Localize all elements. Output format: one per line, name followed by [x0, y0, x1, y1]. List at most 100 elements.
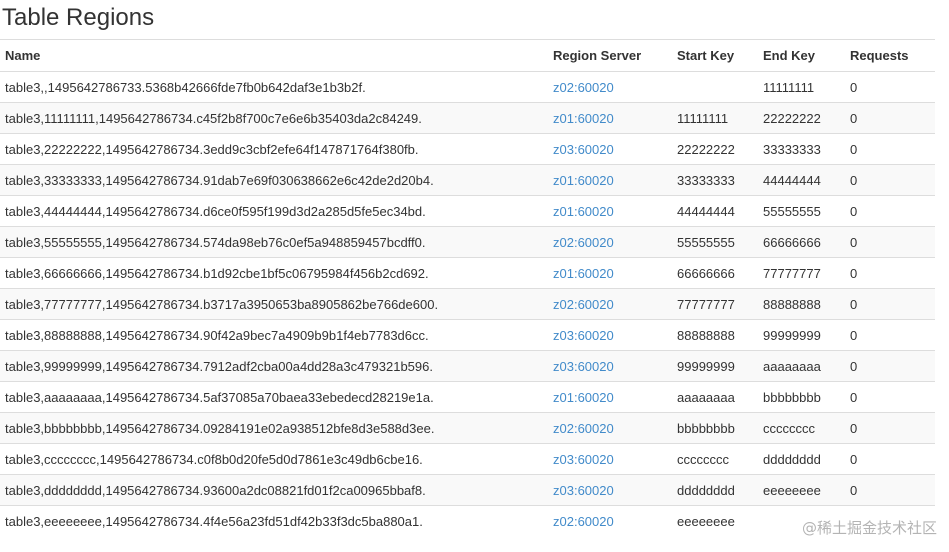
table-row: table3,eeeeeeee,1495642786734.4f4e56a23f… — [0, 505, 935, 536]
region-server-cell: z02:60020 — [548, 226, 672, 258]
requests-cell: 0 — [845, 381, 935, 413]
region-server-link[interactable]: z02:60020 — [553, 80, 614, 95]
requests-cell: 0 — [845, 195, 935, 227]
region-server-link[interactable]: z03:60020 — [553, 483, 614, 498]
region-server-link[interactable]: z03:60020 — [553, 359, 614, 374]
table-body: table3,,1495642786733.5368b42666fde7fb0b… — [0, 71, 935, 536]
table-row: table3,dddddddd,1495642786734.93600a2dc0… — [0, 474, 935, 506]
end-key-cell: eeeeeeee — [758, 474, 845, 506]
requests-cell: 0 — [845, 257, 935, 289]
start-key-cell: bbbbbbbb — [672, 412, 758, 444]
region-name-cell: table3,99999999,1495642786734.7912adf2cb… — [0, 350, 548, 382]
end-key-cell: 66666666 — [758, 226, 845, 258]
end-key-cell: 33333333 — [758, 133, 845, 165]
start-key-cell: aaaaaaaa — [672, 381, 758, 413]
region-name-cell: table3,bbbbbbbb,1495642786734.09284191e0… — [0, 412, 548, 444]
region-server-link[interactable]: z03:60020 — [553, 328, 614, 343]
end-key-cell: 88888888 — [758, 288, 845, 320]
table-row: table3,55555555,1495642786734.574da98eb7… — [0, 226, 935, 258]
region-server-cell: z03:60020 — [548, 350, 672, 382]
region-server-link[interactable]: z01:60020 — [553, 111, 614, 126]
start-key-cell: 88888888 — [672, 319, 758, 351]
region-server-cell: z02:60020 — [548, 288, 672, 320]
region-name-cell: table3,11111111,1495642786734.c45f2b8f70… — [0, 102, 548, 134]
region-server-link[interactable]: z02:60020 — [553, 235, 614, 250]
end-key-cell: 11111111 — [758, 71, 845, 103]
table-row: table3,88888888,1495642786734.90f42a9bec… — [0, 319, 935, 351]
region-name-cell: table3,88888888,1495642786734.90f42a9bec… — [0, 319, 548, 351]
region-name-cell: table3,55555555,1495642786734.574da98eb7… — [0, 226, 548, 258]
start-key-cell: 44444444 — [672, 195, 758, 227]
region-server-cell: z03:60020 — [548, 133, 672, 165]
regions-table: Name Region Server Start Key End Key Req… — [0, 39, 935, 536]
region-server-cell: z02:60020 — [548, 71, 672, 103]
table-row: table3,22222222,1495642786734.3edd9c3cbf… — [0, 133, 935, 165]
requests-cell: 0 — [845, 350, 935, 382]
region-server-cell: z02:60020 — [548, 505, 672, 536]
requests-cell: 0 — [845, 102, 935, 134]
watermark: @稀土掘金技术社区 — [801, 517, 937, 538]
requests-cell: 0 — [845, 226, 935, 258]
region-name-cell: table3,33333333,1495642786734.91dab7e69f… — [0, 164, 548, 196]
table-row: table3,33333333,1495642786734.91dab7e69f… — [0, 164, 935, 196]
column-header-end-key: End Key — [758, 39, 845, 72]
region-name-cell: table3,66666666,1495642786734.b1d92cbe1b… — [0, 257, 548, 289]
start-key-cell: dddddddd — [672, 474, 758, 506]
end-key-cell: cccccccc — [758, 412, 845, 444]
requests-cell: 0 — [845, 412, 935, 444]
end-key-cell: 77777777 — [758, 257, 845, 289]
start-key-cell: cccccccc — [672, 443, 758, 475]
region-server-link[interactable]: z03:60020 — [553, 452, 614, 467]
region-name-cell: table3,eeeeeeee,1495642786734.4f4e56a23f… — [0, 505, 548, 536]
watermark-text: @稀土掘金技术社区 — [801, 519, 937, 537]
table-row: table3,77777777,1495642786734.b3717a3950… — [0, 288, 935, 320]
page-title: Table Regions — [2, 4, 155, 31]
requests-cell: 0 — [845, 319, 935, 351]
requests-cell: 0 — [845, 133, 935, 165]
region-server-cell: z01:60020 — [548, 381, 672, 413]
requests-cell: 0 — [845, 164, 935, 196]
region-server-link[interactable]: z01:60020 — [553, 390, 614, 405]
region-server-cell: z03:60020 — [548, 443, 672, 475]
region-server-link[interactable]: z02:60020 — [553, 297, 614, 312]
table-row: table3,11111111,1495642786734.c45f2b8f70… — [0, 102, 935, 134]
end-key-cell: aaaaaaaa — [758, 350, 845, 382]
column-header-region-server: Region Server — [548, 39, 672, 72]
end-key-cell: bbbbbbbb — [758, 381, 845, 413]
region-server-link[interactable]: z02:60020 — [553, 421, 614, 436]
requests-cell: 0 — [845, 288, 935, 320]
end-key-cell: 44444444 — [758, 164, 845, 196]
region-name-cell: table3,77777777,1495642786734.b3717a3950… — [0, 288, 548, 320]
end-key-cell: 99999999 — [758, 319, 845, 351]
region-server-cell: z02:60020 — [548, 412, 672, 444]
start-key-cell — [672, 71, 758, 103]
region-server-cell: z01:60020 — [548, 195, 672, 227]
region-server-link[interactable]: z01:60020 — [553, 266, 614, 281]
requests-cell: 0 — [845, 474, 935, 506]
region-name-cell: table3,44444444,1495642786734.d6ce0f595f… — [0, 195, 548, 227]
table-row: table3,cccccccc,1495642786734.c0f8b0d20f… — [0, 443, 935, 475]
table-row: table3,66666666,1495642786734.b1d92cbe1b… — [0, 257, 935, 289]
region-server-cell: z01:60020 — [548, 102, 672, 134]
start-key-cell: 99999999 — [672, 350, 758, 382]
region-server-link[interactable]: z01:60020 — [553, 173, 614, 188]
table-row: table3,44444444,1495642786734.d6ce0f595f… — [0, 195, 935, 227]
end-key-cell: 22222222 — [758, 102, 845, 134]
end-key-cell: dddddddd — [758, 443, 845, 475]
region-server-cell: z03:60020 — [548, 474, 672, 506]
start-key-cell: 33333333 — [672, 164, 758, 196]
region-server-cell: z03:60020 — [548, 319, 672, 351]
region-name-cell: table3,dddddddd,1495642786734.93600a2dc0… — [0, 474, 548, 506]
column-header-name: Name — [0, 39, 548, 72]
table-row: table3,99999999,1495642786734.7912adf2cb… — [0, 350, 935, 382]
start-key-cell: 66666666 — [672, 257, 758, 289]
start-key-cell: 55555555 — [672, 226, 758, 258]
region-server-link[interactable]: z02:60020 — [553, 514, 614, 529]
column-header-start-key: Start Key — [672, 39, 758, 72]
table-row: table3,bbbbbbbb,1495642786734.09284191e0… — [0, 412, 935, 444]
region-name-cell: table3,22222222,1495642786734.3edd9c3cbf… — [0, 133, 548, 165]
region-name-cell: table3,aaaaaaaa,1495642786734.5af37085a7… — [0, 381, 548, 413]
end-key-cell: 55555555 — [758, 195, 845, 227]
region-server-link[interactable]: z03:60020 — [553, 142, 614, 157]
region-server-link[interactable]: z01:60020 — [553, 204, 614, 219]
